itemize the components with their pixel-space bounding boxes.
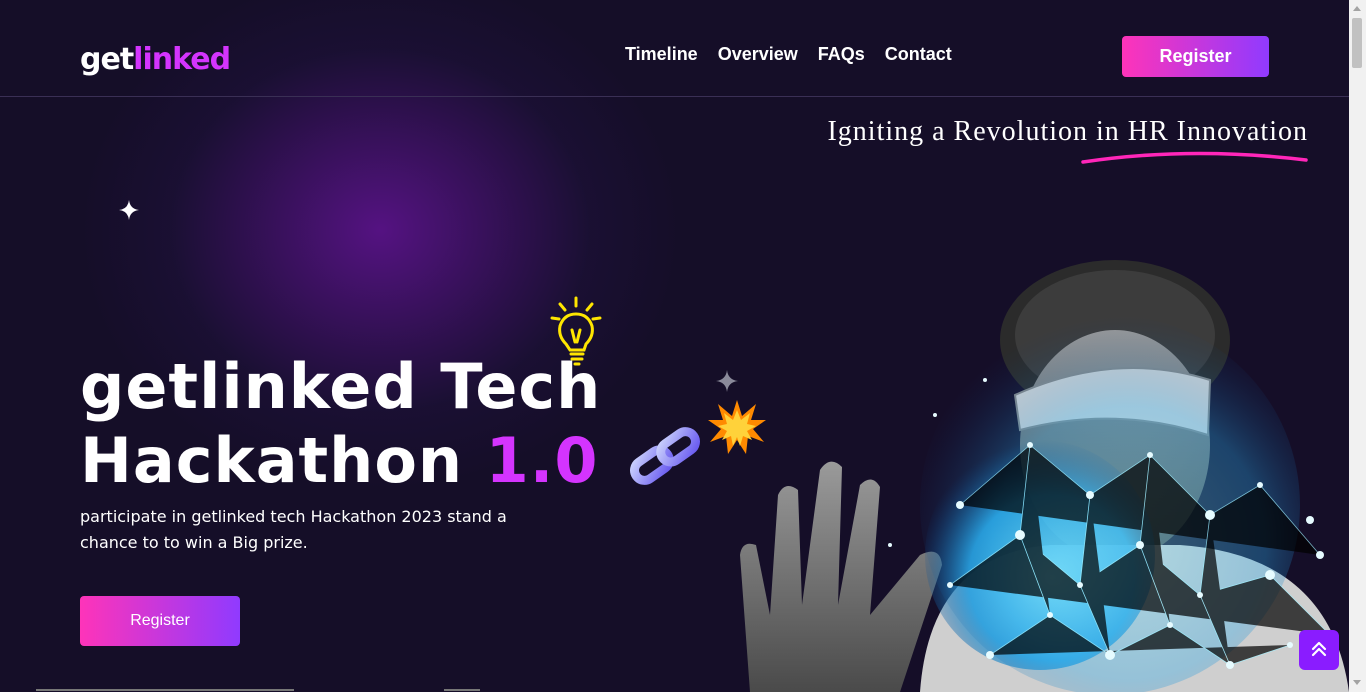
- hero-register-button[interactable]: Register: [80, 596, 240, 646]
- hero-title-line2: Hackathon: [80, 424, 486, 497]
- logo-part-get: get: [80, 42, 134, 77]
- double-chevron-up-icon: [1311, 641, 1327, 656]
- scroll-up-arrow-icon[interactable]: [1353, 6, 1361, 11]
- logo-part-linked: linked: [133, 42, 231, 77]
- scroll-down-arrow-icon[interactable]: [1353, 680, 1361, 685]
- tagline-underline: [1081, 151, 1308, 164]
- nav-contact[interactable]: Contact: [885, 44, 952, 65]
- hero-title: getlinked Tech Hackathon 1.0: [80, 350, 601, 498]
- scroll-to-top-button[interactable]: [1299, 630, 1339, 670]
- nav-timeline[interactable]: Timeline: [625, 44, 698, 65]
- header-register-button[interactable]: Register: [1122, 36, 1269, 77]
- chain-link-icon: [630, 427, 700, 485]
- divider: [36, 689, 294, 691]
- landing-page: getlinked Timeline Overview FAQs Contact…: [0, 0, 1349, 692]
- divider: [444, 689, 480, 691]
- hero-image: [740, 260, 1349, 692]
- nav-overview[interactable]: Overview: [718, 44, 798, 65]
- hero-title-version: 1.0: [485, 424, 599, 497]
- main-nav: Timeline Overview FAQs Contact: [625, 44, 952, 65]
- sparkle-star-icon: [119, 200, 139, 220]
- nav-faqs[interactable]: FAQs: [818, 44, 865, 65]
- vertical-scrollbar[interactable]: [1349, 0, 1366, 692]
- hero-title-line1: getlinked Tech: [80, 350, 602, 423]
- scrollbar-thumb[interactable]: [1352, 18, 1362, 68]
- logo[interactable]: getlinked: [80, 40, 231, 80]
- site-header: getlinked Timeline Overview FAQs Contact…: [0, 0, 1349, 97]
- hero-description: participate in getlinked tech Hackathon …: [80, 507, 507, 552]
- hero-tagline: Igniting a Revolution in HR Innovation: [827, 116, 1308, 147]
